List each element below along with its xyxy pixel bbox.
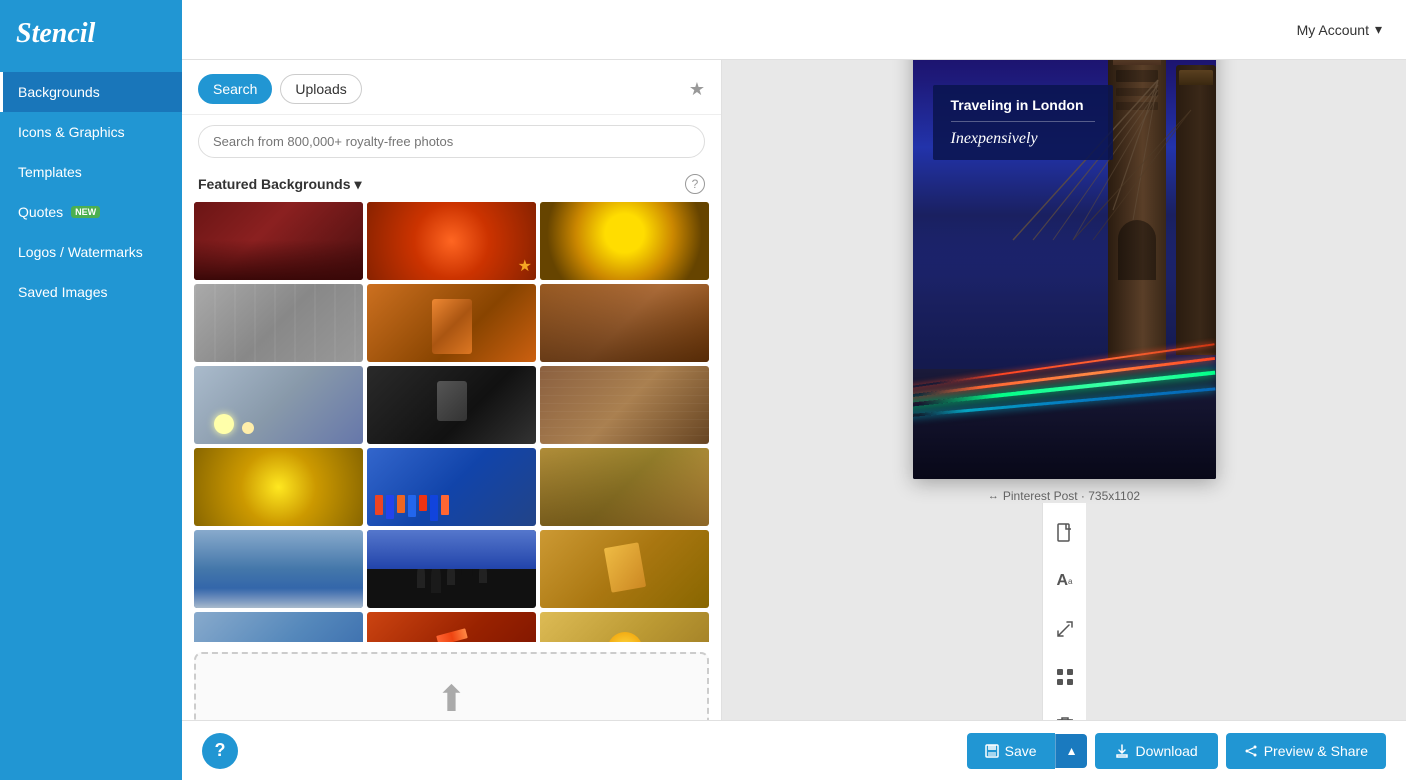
download-button[interactable]: Download <box>1095 733 1217 769</box>
header: My Account ▾ <box>182 0 1406 60</box>
canvas-text-overlay: Traveling in London Inexpensively <box>933 85 1113 160</box>
upload-cloud-icon: ⬆ <box>436 678 466 720</box>
resize-icon[interactable] <box>1051 615 1079 643</box>
list-item[interactable] <box>194 366 363 444</box>
sidebar-nav: Backgrounds Icons & Graphics Templates Q… <box>0 72 182 312</box>
save-group: Save ▲ <box>967 733 1088 769</box>
trash-icon[interactable] <box>1051 711 1079 720</box>
my-account-label: My Account <box>1297 22 1369 38</box>
canvas-content: Traveling in London Inexpensively ↔ Pint… <box>913 60 1216 503</box>
overlay-subtitle: Inexpensively <box>951 130 1095 148</box>
search-input[interactable] <box>198 125 705 158</box>
list-item[interactable]: ★ <box>367 202 536 280</box>
featured-header: Featured Backgrounds ▾ ? <box>182 168 721 202</box>
chevron-down-icon: ▾ <box>354 176 361 193</box>
sidebar-item-label: Saved Images <box>18 284 108 300</box>
list-item[interactable] <box>367 284 536 362</box>
left-panel: Search Uploads ★ Featured Backgrounds ▾ … <box>182 60 722 720</box>
grid-icon[interactable] <box>1051 663 1079 691</box>
upload-backgrounds-area[interactable]: ⬆ Upload Backgrounds <box>194 652 709 720</box>
sidebar-item-label: Templates <box>18 164 82 180</box>
sidebar-item-label: Icons & Graphics <box>18 124 125 140</box>
list-item[interactable] <box>194 202 363 280</box>
sidebar: Stencil Backgrounds Icons & Graphics Tem… <box>0 0 182 780</box>
save-dropdown-button[interactable]: ▲ <box>1055 734 1088 768</box>
search-box <box>182 115 721 168</box>
sidebar-item-label: Backgrounds <box>18 84 100 100</box>
list-item[interactable] <box>367 366 536 444</box>
image-grid-container: ★ <box>182 202 721 642</box>
canvas-size-info: ↔ Pinterest Post · 735x1102 <box>988 489 1140 503</box>
new-badge: NEW <box>71 206 100 218</box>
sidebar-item-icons-graphics[interactable]: Icons & Graphics <box>0 112 182 152</box>
featured-dropdown[interactable]: Featured Backgrounds ▾ <box>198 176 362 193</box>
image-grid: ★ <box>194 202 709 642</box>
list-item[interactable] <box>540 284 709 362</box>
list-item[interactable] <box>367 530 536 608</box>
preview-share-button[interactable]: Preview & Share <box>1226 733 1386 769</box>
tab-search[interactable]: Search <box>198 74 272 104</box>
list-item[interactable] <box>540 202 709 280</box>
content-area: Search Uploads ★ Featured Backgrounds ▾ … <box>182 60 1406 720</box>
bottom-bar: ? Save ▲ Download Preview & Share <box>182 720 1406 780</box>
list-item[interactable] <box>540 366 709 444</box>
list-item[interactable] <box>367 612 536 642</box>
tab-uploads[interactable]: Uploads <box>280 74 361 104</box>
canvas-area: Traveling in London Inexpensively ↔ Pint… <box>722 60 1406 720</box>
help-button[interactable]: ? <box>202 733 238 769</box>
my-account-menu[interactable]: My Account ▾ <box>1297 21 1382 38</box>
list-item[interactable] <box>194 284 363 362</box>
app-logo: Stencil <box>0 0 182 72</box>
panel-tabs: Search Uploads ★ <box>182 60 721 115</box>
save-button[interactable]: Save <box>967 733 1055 769</box>
canvas-image[interactable]: Traveling in London Inexpensively <box>913 60 1216 479</box>
sidebar-item-templates[interactable]: Templates <box>0 152 182 192</box>
featured-label-text: Featured Backgrounds <box>198 176 350 192</box>
sidebar-item-saved-images[interactable]: Saved Images <box>0 272 182 312</box>
chevron-down-icon: ▾ <box>1375 21 1382 38</box>
list-item[interactable] <box>540 612 709 642</box>
sidebar-item-label: Quotes <box>18 204 63 220</box>
list-item[interactable] <box>540 448 709 526</box>
sidebar-item-label: Logos / Watermarks <box>18 244 143 260</box>
sidebar-item-backgrounds[interactable]: Backgrounds <box>0 72 182 112</box>
list-item[interactable] <box>540 530 709 608</box>
main-wrapper: My Account ▾ Search Uploads ★ Featured B… <box>182 0 1406 780</box>
right-toolbar: Aa <box>1042 503 1086 720</box>
list-item[interactable] <box>194 448 363 526</box>
canvas-size-label: Pinterest Post · 735x1102 <box>1003 489 1140 503</box>
resize-icon: ↔ <box>988 490 999 502</box>
sidebar-item-logos-watermarks[interactable]: Logos / Watermarks <box>0 232 182 272</box>
favorites-star-icon[interactable]: ★ <box>689 79 705 100</box>
sidebar-item-quotes[interactable]: Quotes NEW <box>0 192 182 232</box>
list-item[interactable] <box>194 612 363 642</box>
text-icon[interactable]: Aa <box>1051 567 1079 595</box>
overlay-title: Traveling in London <box>951 97 1095 113</box>
file-icon[interactable] <box>1051 519 1079 547</box>
help-icon[interactable]: ? <box>685 174 705 194</box>
list-item[interactable] <box>367 448 536 526</box>
list-item[interactable] <box>194 530 363 608</box>
